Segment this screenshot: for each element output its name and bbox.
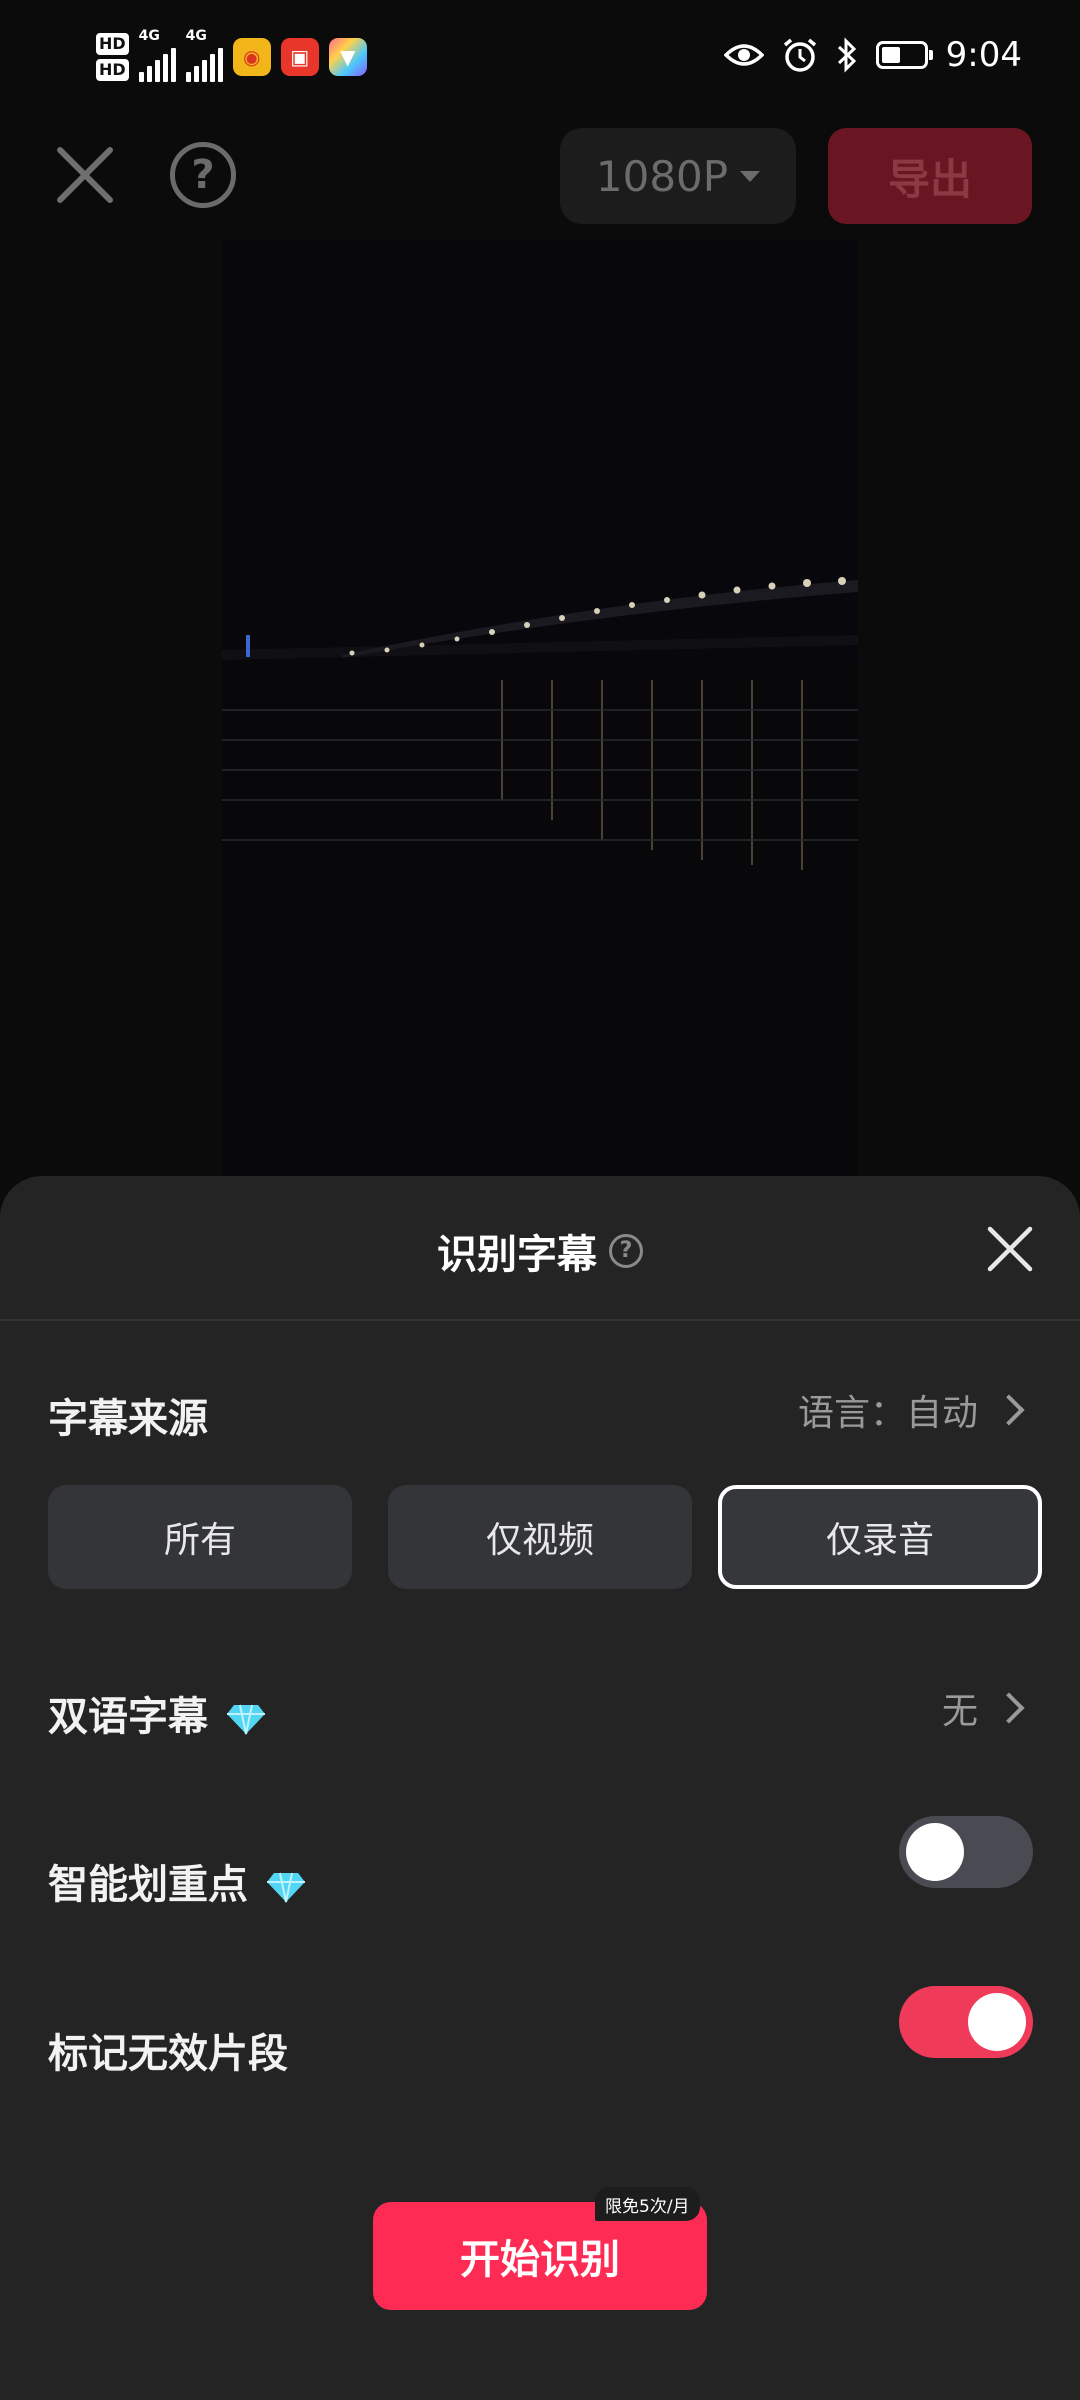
close-icon[interactable] xyxy=(985,1224,1035,1274)
toggle-knob xyxy=(968,1993,1026,2051)
diamond-vip-icon xyxy=(267,1872,305,1903)
eye-icon xyxy=(723,44,764,66)
chevron-right-icon xyxy=(993,1394,1025,1426)
panel-title-text: 识别字幕 xyxy=(437,1232,597,1278)
toggle-knob xyxy=(906,1823,964,1881)
signal-icon-2: 4G xyxy=(185,28,223,82)
status-left: HD HD 4G 4G ◉ ▣ ▼ xyxy=(96,22,367,92)
resolution-dropdown[interactable]: 1080P xyxy=(560,128,796,224)
clock: 9:04 xyxy=(945,35,1022,75)
subtitle-source-label: 字幕来源 xyxy=(48,1396,208,1442)
hd-indicator: HD HD xyxy=(96,31,129,83)
source-option-video-only[interactable]: 仅视频 xyxy=(388,1485,692,1589)
app-icon-3: ▼ xyxy=(328,38,367,76)
caret-down-icon xyxy=(740,170,761,182)
weibo-icon: ◉ xyxy=(232,38,271,76)
smart-highlight-toggle[interactable] xyxy=(899,1816,1033,1888)
battery-icon xyxy=(875,41,933,69)
app-icon-2: ▣ xyxy=(280,38,319,76)
bilingual-value: 无 xyxy=(941,1691,978,1732)
source-option-all[interactable]: 所有 xyxy=(48,1485,352,1589)
language-selector[interactable]: 语言：自动 xyxy=(797,1384,1025,1436)
subtitle-recognition-panel: 识别字幕? 字幕来源 语言：自动 所有 仅视频 仅录音 双语字幕 无 智能划重点… xyxy=(0,1176,1080,2400)
close-editor-icon[interactable] xyxy=(50,140,120,210)
bluetooth-icon xyxy=(837,37,856,73)
video-preview[interactable] xyxy=(222,240,858,1175)
source-option-audio-only[interactable]: 仅录音 xyxy=(718,1485,1042,1589)
panel-title: 识别字幕? xyxy=(0,1222,1080,1280)
hd1-label: HD xyxy=(96,33,129,55)
resolution-label: 1080P xyxy=(595,151,729,201)
panel-header: 识别字幕? xyxy=(0,1176,1080,1321)
network-type-1: 4G xyxy=(138,28,160,44)
mark-invalid-label: 标记无效片段 xyxy=(48,2031,288,2077)
network-type-2: 4G xyxy=(185,28,207,44)
signal-icon: 4G xyxy=(138,28,176,82)
status-bar: HD HD 4G 4G ◉ ▣ ▼ 9:04 xyxy=(0,0,1080,110)
night-bridge-image xyxy=(222,240,858,1175)
chevron-right-icon xyxy=(993,1692,1025,1724)
bilingual-label: 双语字幕 xyxy=(48,1694,208,1740)
smart-highlight-row: 智能划重点 xyxy=(48,1852,306,1910)
help-icon[interactable]: ? xyxy=(170,142,236,208)
language-value: 语言：自动 xyxy=(797,1393,978,1434)
bilingual-subtitle-row[interactable]: 双语字幕 xyxy=(48,1684,266,1742)
mark-invalid-toggle[interactable] xyxy=(899,1986,1033,2058)
export-button[interactable]: 导出 xyxy=(828,128,1032,224)
smart-highlight-label: 智能划重点 xyxy=(48,1862,248,1908)
panel-help-icon[interactable]: ? xyxy=(609,1234,643,1268)
status-right: 9:04 xyxy=(723,30,1022,80)
diamond-vip-icon xyxy=(227,1704,265,1735)
free-quota-badge: 限免5次/月 xyxy=(595,2187,700,2221)
hd2-label: HD xyxy=(96,59,129,81)
alarm-icon xyxy=(783,38,816,72)
bilingual-selector[interactable]: 无 xyxy=(941,1682,1025,1734)
